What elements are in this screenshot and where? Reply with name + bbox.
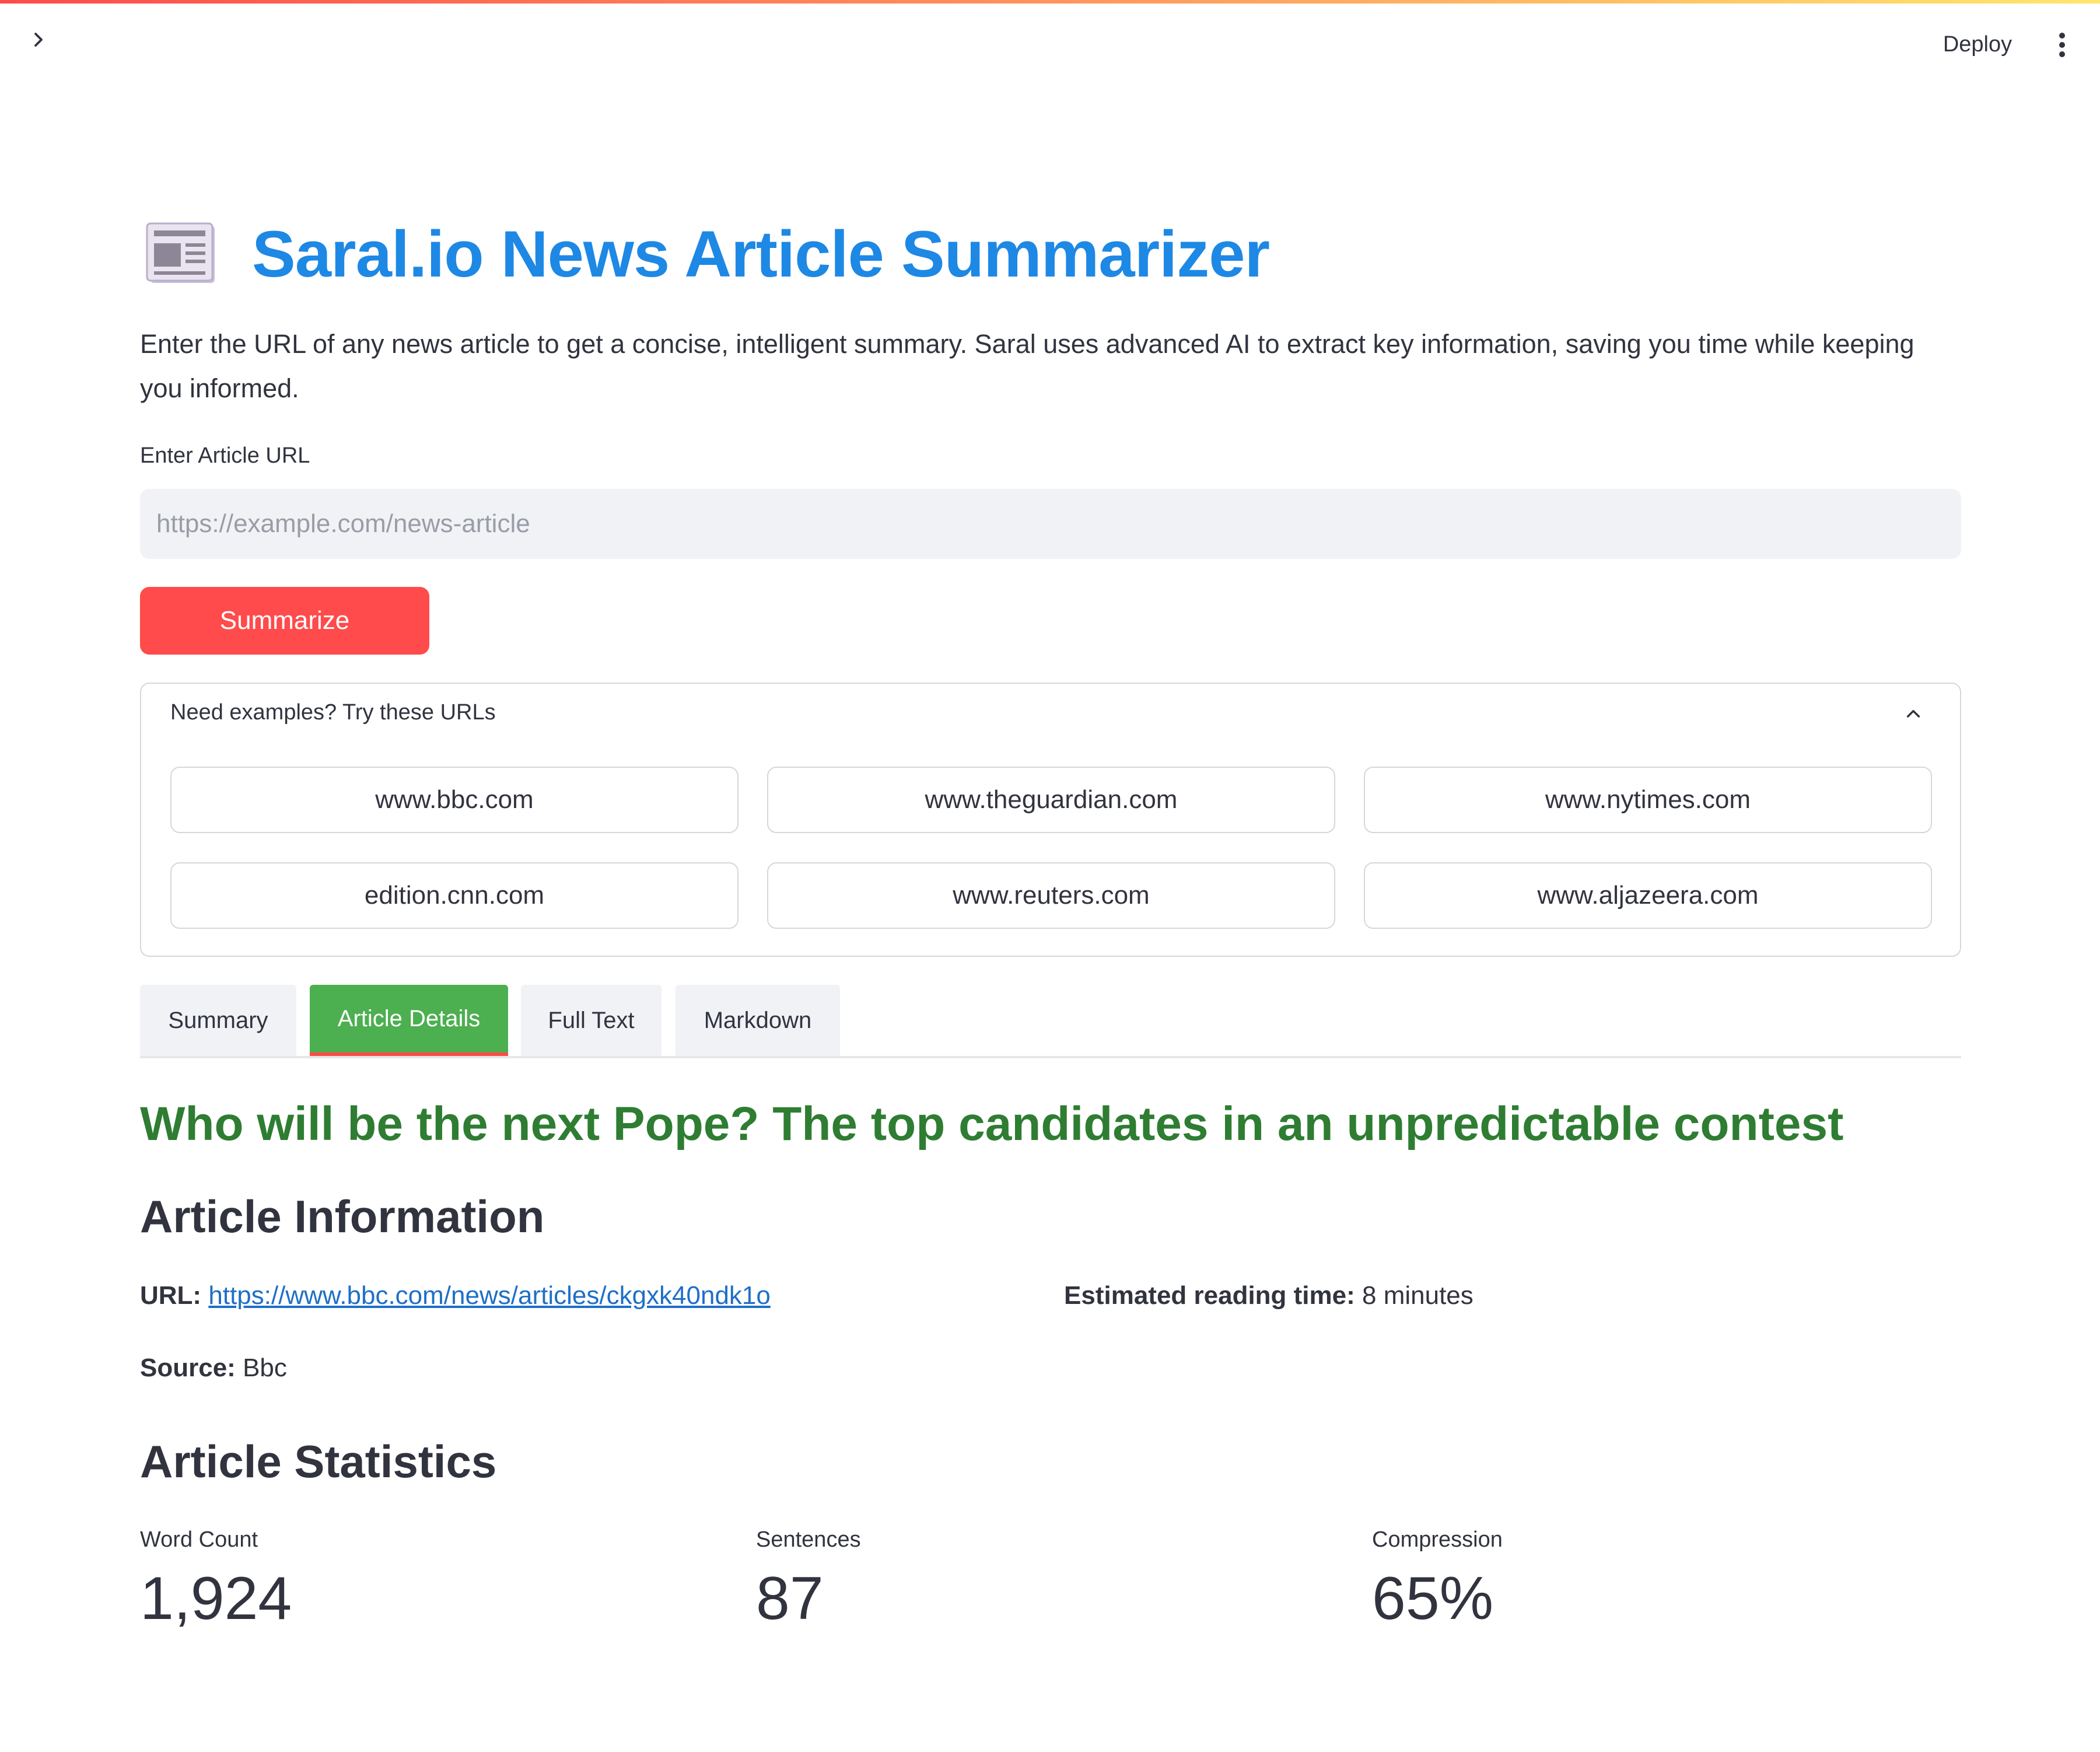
example-url-button-aljazeera[interactable]: www.aljazeera.com [1364, 862, 1932, 929]
tab-markdown[interactable]: Markdown [676, 985, 840, 1056]
metric-value: 87 [756, 1565, 824, 1632]
chevron-up-icon [1901, 701, 1926, 727]
metric-sentences: Sentences 87 [756, 1527, 861, 1632]
source-value: Bbc [243, 1354, 287, 1382]
metric-word-count: Word Count 1,924 [140, 1527, 292, 1632]
metric-label: Sentences [756, 1527, 861, 1552]
metric-label: Compression [1372, 1527, 1503, 1552]
deploy-button[interactable]: Deploy [1925, 27, 2030, 62]
main-menu-button[interactable] [2048, 27, 2077, 63]
example-url-button-theguardian[interactable]: www.theguardian.com [767, 767, 1335, 833]
article-statistics-heading: Article Statistics [140, 1436, 497, 1487]
metric-value: 65% [1372, 1565, 1494, 1632]
article-url-label: URL: [140, 1281, 202, 1310]
tab-summary[interactable]: Summary [140, 985, 296, 1056]
source-row: Source: Bbc [140, 1354, 287, 1383]
app-header: Deploy [0, 4, 2100, 79]
metric-compression: Compression 65% [1372, 1527, 1503, 1632]
examples-expander-title: Need examples? Try these URLs [170, 700, 496, 725]
article-information-heading: Article Information [140, 1191, 545, 1242]
kebab-menu-icon [2059, 33, 2065, 57]
example-url-grid: www.bbc.com www.theguardian.com www.nyti… [170, 767, 1932, 929]
article-url-row: URL: https://www.bbc.com/news/articles/c… [140, 1281, 771, 1310]
reading-time-row: Estimated reading time: 8 minutes [1064, 1281, 1474, 1310]
title-row: Saral.io News Article Summarizer [140, 210, 1270, 298]
example-url-button-bbc[interactable]: www.bbc.com [170, 767, 738, 833]
tab-full-text[interactable]: Full Text [521, 985, 662, 1056]
examples-expander: Need examples? Try these URLs www.bbc.co… [140, 683, 1961, 957]
result-tabs: Summary Article Details Full Text Markdo… [140, 985, 1961, 1058]
example-url-button-nytimes[interactable]: www.nytimes.com [1364, 767, 1932, 833]
article-url-link[interactable]: https://www.bbc.com/news/articles/ckgxk4… [208, 1281, 771, 1310]
reading-time-value: 8 minutes [1362, 1281, 1474, 1310]
metric-value: 1,924 [140, 1565, 292, 1632]
newspaper-icon [140, 219, 222, 289]
example-url-button-reuters[interactable]: www.reuters.com [767, 862, 1335, 929]
source-label: Source: [140, 1354, 236, 1382]
example-url-button-cnn[interactable]: edition.cnn.com [170, 862, 738, 929]
intro-text: Enter the URL of any news article to get… [140, 329, 1915, 403]
article-url-input[interactable] [140, 489, 1961, 559]
reading-time-label: Estimated reading time: [1064, 1281, 1355, 1310]
tab-article-details[interactable]: Article Details [310, 985, 508, 1056]
article-title: Who will be the next Pope? The top candi… [140, 1097, 1844, 1150]
chevron-right-icon [34, 33, 43, 47]
url-field-label: Enter Article URL [140, 443, 310, 468]
sidebar-toggle-button[interactable] [23, 25, 54, 55]
summarize-button[interactable]: Summarize [140, 587, 429, 655]
metric-label: Word Count [140, 1527, 258, 1552]
examples-expander-header[interactable]: Need examples? Try these URLs [141, 684, 1960, 742]
page-title: Saral.io News Article Summarizer [252, 217, 1270, 291]
